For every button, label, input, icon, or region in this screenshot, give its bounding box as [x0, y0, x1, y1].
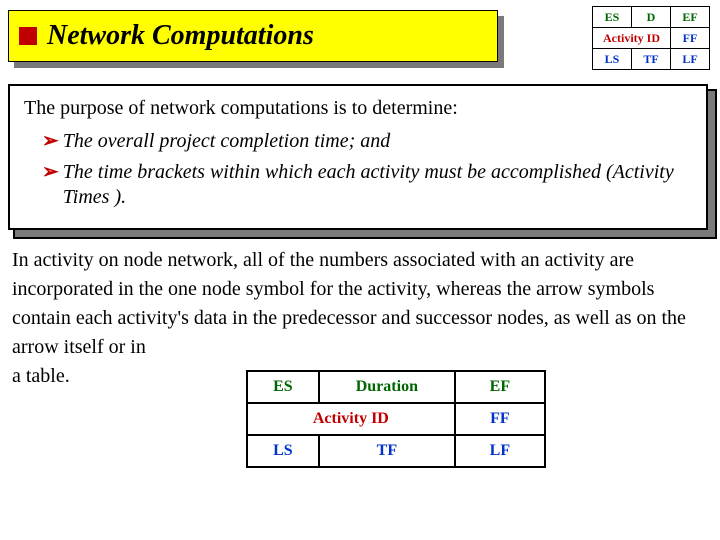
- mini-d: D: [632, 7, 671, 28]
- header-row: Network Computations ES D EF Activity ID…: [8, 6, 712, 70]
- big-es: ES: [247, 371, 319, 403]
- purpose-box-front: The purpose of network computations is t…: [8, 84, 708, 230]
- mini-lf: LF: [671, 49, 710, 70]
- mini-es: ES: [593, 7, 632, 28]
- arrow-bullet-icon: ➢: [42, 129, 59, 153]
- paragraph-last-prefix: a table.: [12, 362, 70, 391]
- square-bullet-icon: [19, 27, 37, 45]
- paragraph-part1: In activity on node network, all of the …: [12, 249, 686, 358]
- big-tf: TF: [319, 435, 455, 467]
- paragraph-last-row: a table. ES Duration EF Activity ID FF L…: [12, 362, 712, 468]
- body-paragraph: In activity on node network, all of the …: [8, 246, 716, 468]
- big-duration: Duration: [319, 371, 455, 403]
- slide: Network Computations ES D EF Activity ID…: [0, 0, 720, 540]
- big-ff: FF: [455, 403, 545, 435]
- node-symbol-table: ES Duration EF Activity ID FF LS TF LF: [246, 370, 546, 468]
- slide-title: Network Computations: [47, 20, 314, 52]
- big-ls: LS: [247, 435, 319, 467]
- mini-ls: LS: [593, 49, 632, 70]
- title-box: Network Computations: [8, 10, 498, 62]
- big-activity-id: Activity ID: [247, 403, 455, 435]
- title-front: Network Computations: [8, 10, 498, 62]
- purpose-intro: The purpose of network computations is t…: [24, 96, 692, 121]
- node-symbol-table-wrap: ES Duration EF Activity ID FF LS TF LF: [246, 370, 546, 468]
- mini-ff: FF: [671, 28, 710, 49]
- big-lf: LF: [455, 435, 545, 467]
- bullet-1-text: The overall project completion time; and: [63, 129, 391, 154]
- big-ef: EF: [455, 371, 545, 403]
- purpose-box: The purpose of network computations is t…: [8, 84, 708, 230]
- bullet-1: ➢ The overall project completion time; a…: [42, 129, 692, 154]
- mini-tf: TF: [632, 49, 671, 70]
- mini-ef: EF: [671, 7, 710, 28]
- mini-activity-id: Activity ID: [593, 28, 671, 49]
- bullet-2-text: The time brackets within which each acti…: [63, 160, 692, 210]
- arrow-bullet-icon: ➢: [42, 160, 59, 184]
- legend-mini-table: ES D EF Activity ID FF LS TF LF: [592, 6, 710, 70]
- bullet-2: ➢ The time brackets within which each ac…: [42, 160, 692, 210]
